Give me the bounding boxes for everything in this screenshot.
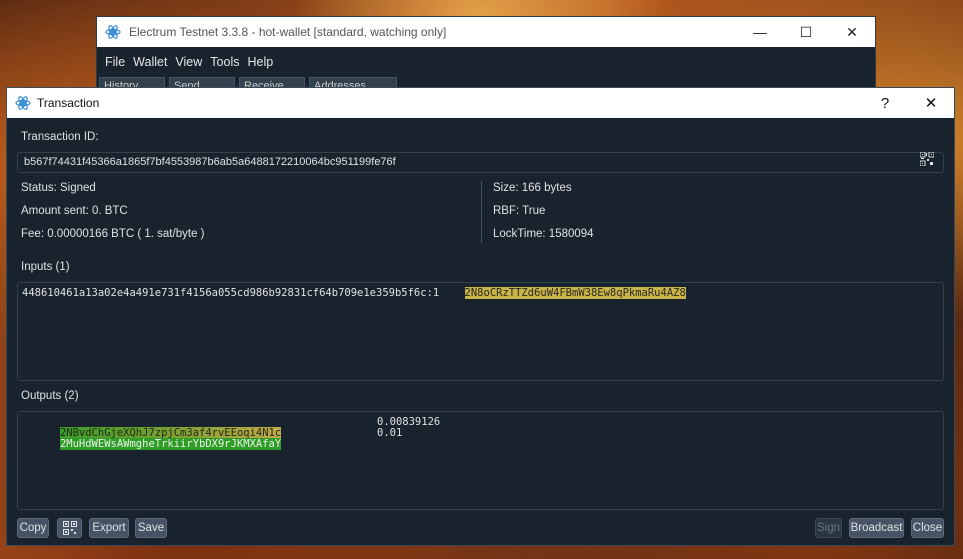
locktime-text: LockTime: 1580094 (493, 228, 594, 240)
info-divider (481, 181, 482, 243)
input-outpoint: 448610461a13a02e4a491e731f4156a055cd986b… (22, 287, 440, 299)
main-window-title: Electrum Testnet 3.3.8 - hot-wallet [sta… (129, 25, 447, 39)
menu-wallet[interactable]: Wallet (131, 55, 173, 69)
fee-text: Fee: 0.00000166 BTC ( 1. sat/byte ) (21, 228, 205, 240)
outputs-list[interactable]: 2NBvdChGjeXQhJ7zpjCm3af4rvEEoqi4N1c 0.00… (17, 411, 944, 510)
close-button[interactable]: Close (911, 518, 944, 538)
copy-button[interactable]: Copy (17, 518, 49, 538)
txid-value: b567f74431f45366a1865f7bf4553987b6ab5a64… (24, 156, 396, 168)
txid-label: Transaction ID: (21, 131, 99, 143)
dialog-title: Transaction (37, 96, 100, 110)
export-button[interactable]: Export (89, 518, 129, 538)
size-text: Size: 166 bytes (493, 182, 572, 194)
electrum-logo-icon (105, 25, 121, 39)
dialog-titlebar: Transaction ? ✕ (7, 88, 954, 118)
menu-file[interactable]: File (103, 55, 131, 69)
maximize-icon[interactable]: ☐ (783, 17, 829, 47)
menu-help[interactable]: Help (245, 55, 279, 69)
broadcast-button[interactable]: Broadcast (849, 518, 904, 538)
electrum-logo-icon (15, 96, 31, 110)
status-text: Status: Signed (21, 182, 96, 194)
menubar: File Wallet View Tools Help (97, 47, 875, 77)
close-icon[interactable]: ✕ (829, 17, 875, 47)
main-window: Electrum Testnet 3.3.8 - hot-wallet [sta… (96, 16, 876, 96)
qr-code-icon[interactable] (920, 152, 934, 166)
sign-button[interactable]: Sign (815, 518, 842, 538)
outputs-label: Outputs (2) (21, 390, 79, 402)
menu-view[interactable]: View (173, 55, 208, 69)
output-address: 2MuHdWEWsAWmgheTrkiirYbDX9rJKMXAfaY (59, 438, 282, 450)
main-titlebar: Electrum Testnet 3.3.8 - hot-wallet [sta… (97, 17, 875, 47)
rbf-text: RBF: True (493, 205, 546, 217)
input-address: 2N8oCRzTTZd6uW4FBmW38Ew8qPkmaRu4AZ8 (464, 287, 686, 299)
minimize-icon[interactable]: — (737, 17, 783, 47)
inputs-list[interactable]: 448610461a13a02e4a491e731f4156a055cd986b… (17, 282, 944, 381)
qr-code-icon (62, 521, 77, 535)
dialog-close-icon[interactable]: ✕ (908, 88, 954, 118)
menu-tools[interactable]: Tools (208, 55, 245, 69)
output-amount: 0.01 (377, 427, 403, 439)
transaction-dialog: Transaction ? ✕ Transaction ID: b567f744… (6, 87, 955, 546)
show-qr-button[interactable] (57, 518, 82, 538)
inputs-label: Inputs (1) (21, 261, 70, 273)
output-row[interactable]: 2MuHdWEWsAWmgheTrkiirYbDX9rJKMXAfaY (22, 428, 282, 461)
save-button[interactable]: Save (135, 518, 167, 538)
txid-field[interactable]: b567f74431f45366a1865f7bf4553987b6ab5a64… (17, 152, 944, 173)
input-row[interactable]: 448610461a13a02e4a491e731f4156a055cd986b… (22, 287, 686, 299)
help-button[interactable]: ? (862, 88, 908, 118)
amount-sent-text: Amount sent: 0. BTC (21, 205, 128, 217)
